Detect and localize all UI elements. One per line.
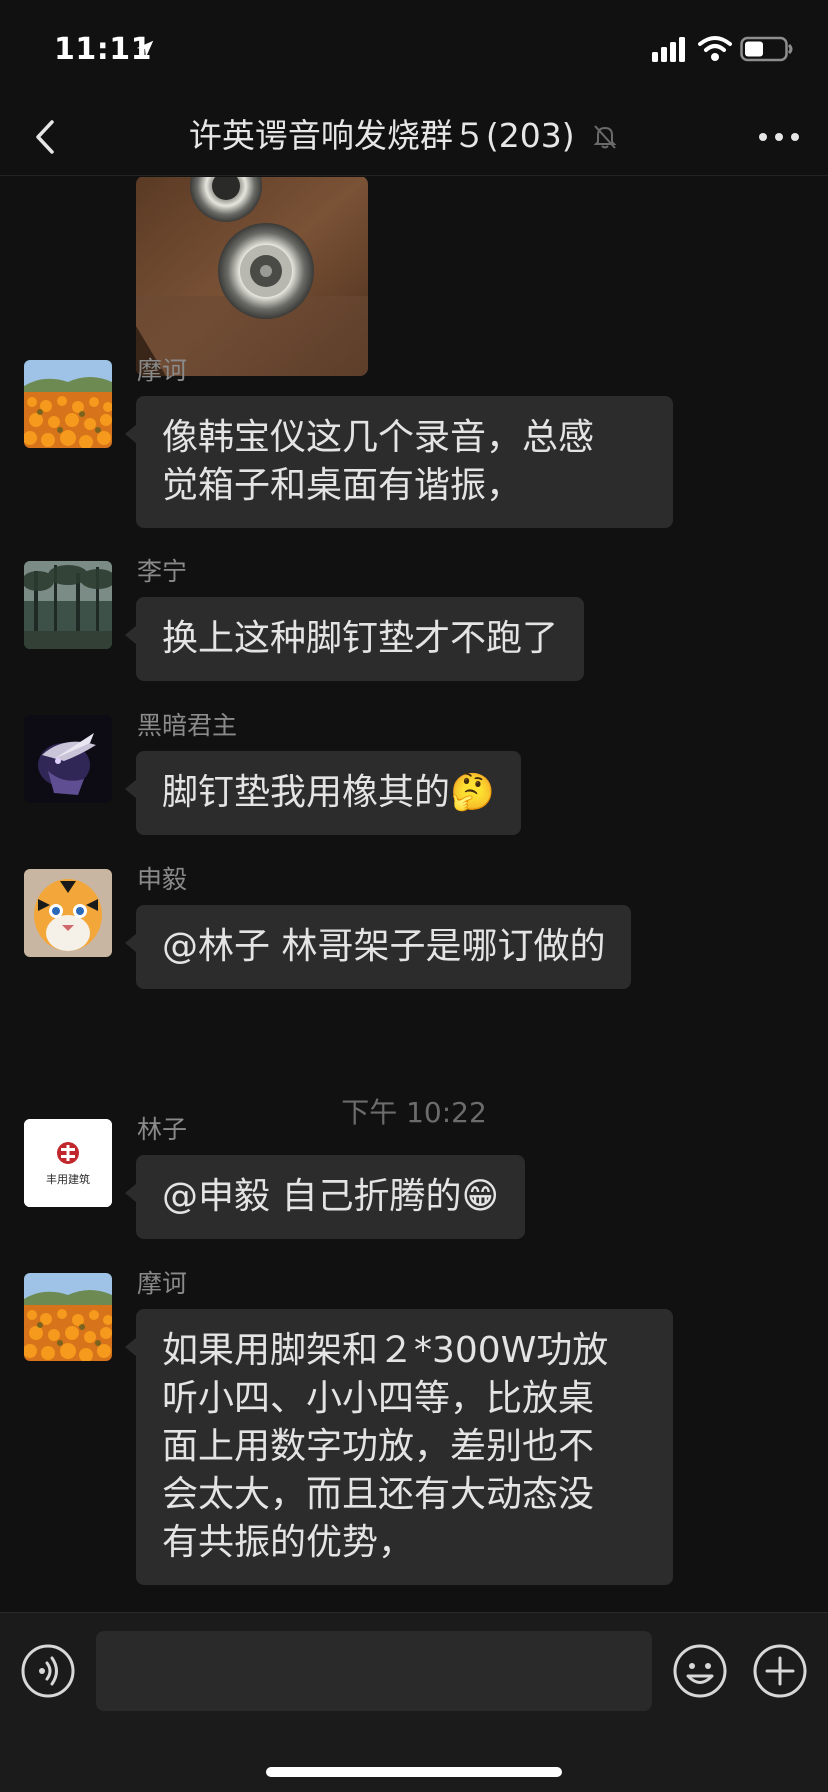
sender-name: 申毅 — [137, 865, 188, 894]
message-input[interactable] — [96, 1631, 652, 1711]
sender-name: 林子 — [137, 1115, 188, 1144]
signal-icon — [652, 37, 685, 62]
plus-icon[interactable] — [752, 1643, 808, 1699]
message-bubble[interactable]: 如果用脚架和２*300W功放 听小四、小小四等，比放桌 面上用数字功放，差别也不… — [125, 1309, 673, 1585]
emoji-icon[interactable] — [672, 1643, 728, 1699]
wifi-icon — [698, 36, 732, 61]
message-bubble[interactable]: 换上这种脚钉垫才不跑了 — [124, 597, 585, 681]
avatar[interactable] — [24, 1273, 112, 1361]
avatar-logo-text: 丰用建筑 — [46, 1173, 90, 1186]
chat-area[interactable]: 摩诃 像韩宝仪这几个录音，总感 觉箱子和桌面有谐振， 李宁 换上这种脚钉垫才不跑… — [0, 177, 828, 1612]
message-bubble[interactable]: 像韩宝仪这几个录音，总感 觉箱子和桌面有谐振， — [125, 396, 673, 528]
grin-emoji: 😁 — [461, 1176, 499, 1217]
voice-icon[interactable] — [20, 1643, 76, 1699]
message-bubble[interactable]: @申毅 自己折腾的😁 — [125, 1155, 525, 1239]
input-bar — [0, 1612, 828, 1792]
thinking-emoji: 🤔 — [450, 772, 495, 813]
back-icon[interactable] — [26, 112, 66, 162]
chat-timestamp: 下午 10:22 — [341, 1096, 487, 1129]
avatar[interactable] — [24, 360, 112, 448]
sender-name: 李宁 — [137, 557, 188, 586]
chat-title-text: 许英谔音响发烧群５(203) — [188, 116, 575, 155]
battery-icon — [740, 36, 793, 62]
speaker-spike-photo[interactable] — [136, 177, 368, 376]
home-indicator[interactable] — [266, 1767, 562, 1777]
sender-name: 摩诃 — [137, 1269, 188, 1298]
message-bubble[interactable]: @林子 林哥架子是哪订做的 — [124, 905, 632, 989]
avatar[interactable] — [24, 869, 112, 957]
message-text: @申毅 自己折腾的 — [162, 1176, 462, 1217]
status-bar: 11:11 — [0, 0, 828, 98]
nav-bar: 许英谔音响发烧群５(203) — [0, 98, 828, 176]
more-icon[interactable] — [756, 120, 802, 154]
sender-name: 摩诃 — [137, 356, 188, 385]
avatar[interactable] — [24, 561, 112, 649]
sender-name: 黑暗君主 — [137, 711, 238, 740]
chat-title: 许英谔音响发烧群５(203) — [100, 112, 708, 160]
mute-icon — [593, 125, 617, 149]
location-icon — [136, 40, 154, 58]
message-text: 脚钉垫我用橡其的 — [162, 772, 451, 813]
avatar[interactable]: 丰用建筑 — [24, 1119, 112, 1207]
avatar[interactable] — [24, 715, 112, 803]
message-bubble[interactable]: 脚钉垫我用橡其的🤔 — [125, 751, 521, 835]
